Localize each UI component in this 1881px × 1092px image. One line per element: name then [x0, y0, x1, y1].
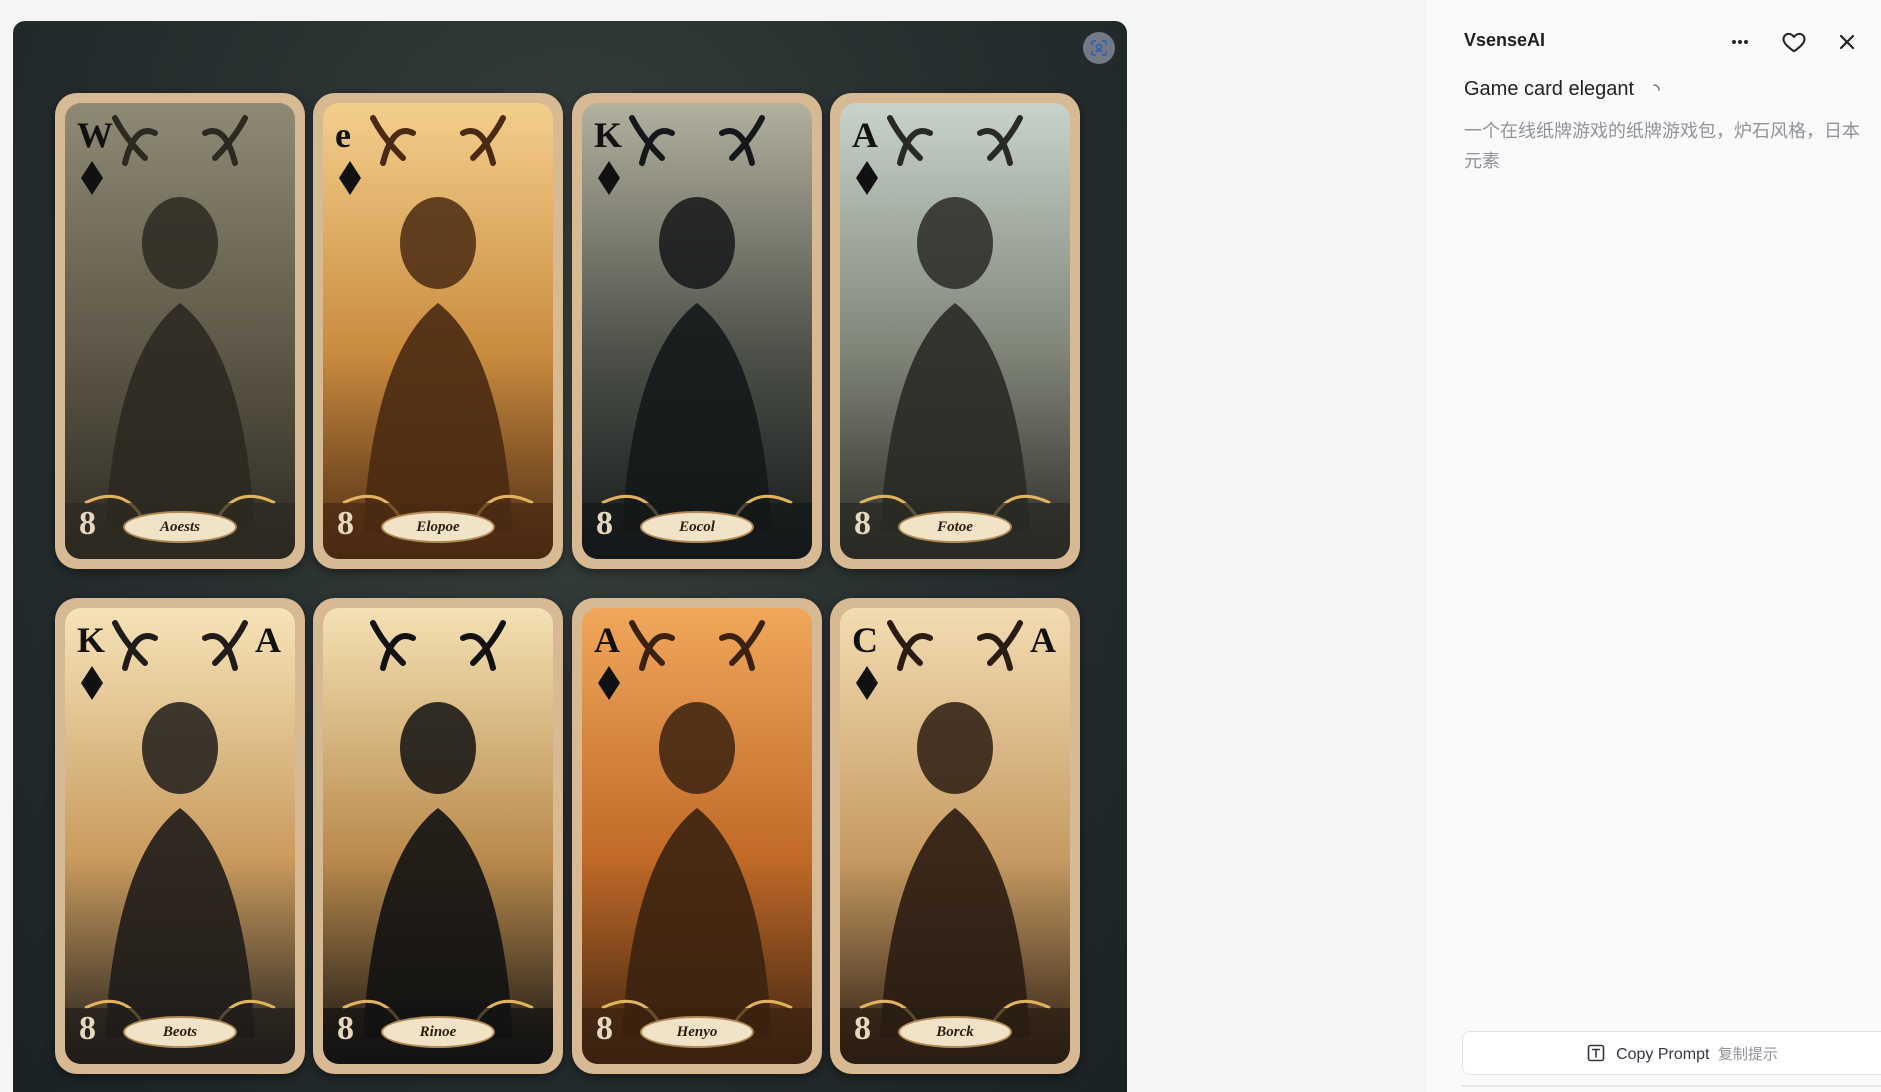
close-button[interactable] [1831, 26, 1863, 58]
diamond-suit-icon [856, 666, 878, 700]
card-rank-bottom: 8 [854, 1010, 871, 1047]
playing-card: 8 Rinoe [313, 598, 563, 1074]
card-rank: C [852, 620, 878, 660]
copy-text-icon [1587, 1044, 1605, 1062]
details-panel: VsenseAI Game card elegant 一个在线纸牌游戏的纸牌游戏… [1426, 0, 1881, 1092]
playing-card: A 8 Henyo [572, 598, 822, 1074]
card-artwork [323, 608, 553, 1064]
image-viewer: W 8 Aoests e 8 Elopoe K 8 Eocol A 8 Fotoe K A 8 Beots 8 R… [0, 0, 1426, 1092]
card-name-banner: Fotoe [900, 513, 1010, 541]
copy-prompt-label: Copy Prompt [1616, 1045, 1710, 1063]
card-rank: K [77, 620, 106, 660]
card-rank-bottom: 8 [79, 1010, 96, 1047]
card-name-banner: Beots [125, 1018, 235, 1046]
favorite-button[interactable] [1778, 26, 1810, 58]
more-dots-icon [1732, 40, 1748, 44]
loading-spinner-icon [1653, 83, 1660, 91]
prompt-title: Game card elegant [1464, 78, 1635, 100]
playing-card: W 8 Aoests [55, 93, 305, 569]
playing-card: A 8 Fotoe [830, 93, 1080, 569]
playing-card: K A 8 Beots [55, 598, 305, 1074]
scan-button[interactable] [1083, 32, 1115, 64]
card-rank-bottom: 8 [337, 505, 354, 542]
playing-card: C A 8 Borck [830, 598, 1080, 1074]
prompt-description: 一个在线纸牌游戏的纸牌游戏包，炉石风格，日本元素 [1464, 121, 1860, 171]
card-rank: K [594, 115, 623, 155]
card-name-banner: Aoests [125, 513, 235, 541]
brand-name: VsenseAI [1464, 30, 1546, 50]
card-name-banner: Eocol [642, 513, 752, 541]
card-rank-bottom: 8 [596, 1010, 613, 1047]
card-name-banner: Rinoe [383, 1018, 493, 1046]
card-rank-bottom: 8 [854, 505, 871, 542]
diamond-suit-icon [81, 161, 103, 195]
title-row: Game card elegant [1464, 78, 1662, 101]
more-options-button[interactable] [1724, 26, 1756, 58]
copy-prompt-label-cn: 复制提示 [1717, 1045, 1778, 1063]
card-rank-bottom: 8 [337, 1010, 354, 1047]
copy-prompt-button[interactable]: Copy Prompt 复制提示 [1462, 1031, 1881, 1075]
playing-card: e 8 Elopoe [313, 93, 563, 569]
card-name-banner: Henyo [642, 1018, 752, 1046]
generated-image[interactable]: W 8 Aoests e 8 Elopoe K 8 Eocol A 8 Fotoe K A 8 Beots 8 R… [13, 21, 1127, 1092]
card-rank: W [77, 115, 113, 155]
divider [1462, 1085, 1881, 1087]
card-rank-bottom: 8 [79, 505, 96, 542]
card-rank-bottom: 8 [596, 505, 613, 542]
card-name-banner: Borck [900, 1018, 1010, 1046]
card-rank: A [594, 620, 620, 660]
close-icon [1839, 34, 1855, 50]
card-rank-secondary: A [255, 620, 281, 660]
diamond-suit-icon [598, 666, 620, 700]
diamond-suit-icon [81, 666, 103, 700]
scan-icon [1091, 40, 1107, 56]
heart-icon [1782, 32, 1806, 53]
diamond-suit-icon [598, 161, 620, 195]
card-name-banner: Elopoe [383, 513, 493, 541]
card-rank: e [335, 115, 351, 155]
diamond-suit-icon [339, 161, 361, 195]
card-rank-secondary: A [1030, 620, 1056, 660]
card-rank: A [852, 115, 878, 155]
playing-card: K 8 Eocol [572, 93, 822, 569]
diamond-suit-icon [856, 161, 878, 195]
